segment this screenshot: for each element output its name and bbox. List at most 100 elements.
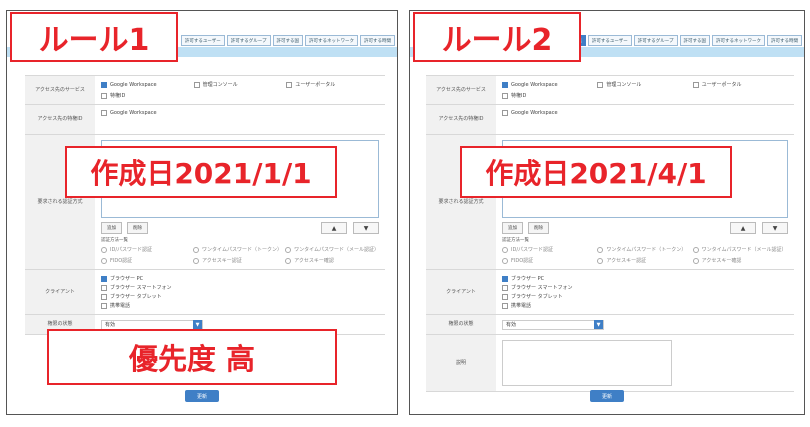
radio[interactable] bbox=[692, 246, 699, 253]
privilege-google-workspace[interactable]: Google Workspace bbox=[101, 110, 379, 116]
client-browser-pc[interactable]: ブラウザー PC bbox=[101, 275, 379, 282]
delete-button[interactable]: 削除 bbox=[528, 222, 549, 234]
chevron-down-icon: ▼ bbox=[193, 320, 202, 329]
checkbox[interactable] bbox=[502, 110, 508, 116]
update-button[interactable]: 更新 bbox=[590, 390, 624, 402]
checkbox[interactable] bbox=[101, 110, 107, 116]
service-label: アクセス先のサービス bbox=[426, 76, 496, 104]
client-browser-pc[interactable]: ブラウザー PC bbox=[502, 275, 788, 282]
checkbox[interactable] bbox=[101, 302, 107, 309]
auth-id-password[interactable]: ID/パスワード認証 bbox=[101, 246, 193, 253]
notes-row: 説明 bbox=[426, 335, 794, 392]
chevron-down-icon: ▼ bbox=[594, 320, 603, 329]
checkbox[interactable] bbox=[286, 81, 293, 88]
service-user-portal[interactable]: ユーザーポータル bbox=[692, 81, 788, 88]
service-privileged-id[interactable]: 特権ID bbox=[502, 92, 597, 99]
auth-access-key[interactable]: アクセスキー認証 bbox=[193, 257, 285, 264]
client-browser-smartphone[interactable]: ブラウザー スマートフォン bbox=[502, 284, 788, 291]
move-down-button[interactable]: ▼ bbox=[353, 222, 379, 234]
auth-fido[interactable]: FIDO認証 bbox=[101, 257, 193, 264]
checkbox[interactable] bbox=[597, 81, 604, 88]
radio[interactable] bbox=[285, 257, 292, 264]
checkbox[interactable] bbox=[502, 284, 508, 291]
checkbox-checked[interactable] bbox=[101, 275, 107, 282]
auth-otp-mail[interactable]: ワンタイムパスワード（メール認証） bbox=[285, 246, 379, 253]
delete-button[interactable]: 削除 bbox=[127, 222, 148, 234]
checkbox[interactable] bbox=[692, 81, 699, 88]
radio[interactable] bbox=[101, 246, 107, 253]
radio[interactable] bbox=[502, 257, 508, 264]
client-row: クライアント ブラウザー PC ブラウザー スマートフォン ブラウザー タブレッ… bbox=[426, 270, 794, 315]
tab-networks[interactable]: 許可するネットワーク bbox=[305, 35, 358, 46]
checkbox[interactable] bbox=[502, 302, 508, 309]
update-button[interactable]: 更新 bbox=[185, 390, 219, 402]
client-mobile-phone[interactable]: 携帯電話 bbox=[502, 302, 788, 309]
rule-form: アクセス先のサービス Google Workspace 管理コンソール ユーザー… bbox=[426, 75, 794, 392]
radio[interactable] bbox=[101, 257, 107, 264]
checkbox[interactable] bbox=[101, 293, 107, 300]
service-admin-console[interactable]: 管理コンソール bbox=[193, 81, 287, 88]
tab-countries[interactable]: 許可する国 bbox=[272, 35, 303, 46]
checkbox[interactable] bbox=[502, 293, 508, 300]
auth-otp-token[interactable]: ワンタイムパスワード（トークン） bbox=[193, 246, 285, 253]
created-date-callout: 作成日2021/4/1 bbox=[460, 146, 732, 198]
add-button[interactable]: 追加 bbox=[502, 222, 523, 234]
checkbox[interactable] bbox=[101, 284, 107, 291]
tab-users[interactable]: 許可するユーザー bbox=[180, 35, 225, 46]
rule2-callout: ルール2 bbox=[413, 12, 581, 62]
service-google-workspace[interactable]: Google Workspace bbox=[101, 81, 194, 88]
rule1-callout: ルール1 bbox=[10, 12, 178, 62]
checkbox-checked[interactable] bbox=[101, 81, 107, 88]
radio[interactable] bbox=[502, 246, 508, 253]
status-label: 権限の状態 bbox=[426, 315, 496, 334]
service-row: アクセス先のサービス Google Workspace 管理コンソール ユーザー… bbox=[25, 76, 385, 105]
client-browser-tablet[interactable]: ブラウザー タブレット bbox=[502, 293, 788, 300]
checkbox-checked[interactable] bbox=[502, 81, 508, 88]
auth-id-password[interactable]: ID/パスワード認証 bbox=[502, 246, 597, 253]
client-mobile-phone[interactable]: 携帯電話 bbox=[101, 302, 379, 309]
checkbox[interactable] bbox=[101, 92, 107, 99]
checkbox-checked[interactable] bbox=[502, 275, 508, 282]
rule2-panel: 編集 許可するユーザー 許可するグループ 許可する国 許可するネットワーク 許可… bbox=[409, 10, 805, 415]
auth-fido[interactable]: FIDO認証 bbox=[502, 257, 597, 264]
created-date-callout: 作成日2021/1/1 bbox=[65, 146, 337, 198]
tab-users[interactable]: 許可するユーザー bbox=[587, 35, 632, 46]
auth-otp-mail[interactable]: ワンタイムパスワード（メール認証） bbox=[692, 246, 788, 253]
client-browser-tablet[interactable]: ブラウザー タブレット bbox=[101, 293, 379, 300]
client-row: クライアント ブラウザー PC ブラウザー スマートフォン ブラウザー タブレッ… bbox=[25, 270, 385, 315]
tab-time[interactable]: 許可する時間 bbox=[767, 35, 802, 46]
service-user-portal[interactable]: ユーザーポータル bbox=[286, 81, 379, 88]
radio[interactable] bbox=[285, 246, 292, 253]
service-privileged-id[interactable]: 特権ID bbox=[101, 92, 194, 99]
auth-otp-token[interactable]: ワンタイムパスワード（トークン） bbox=[597, 246, 692, 253]
notes-textarea[interactable] bbox=[502, 340, 672, 386]
auth-access-key-confirm[interactable]: アクセスキー確認 bbox=[285, 257, 379, 264]
auth-access-key-confirm[interactable]: アクセスキー確認 bbox=[692, 257, 788, 264]
add-button[interactable]: 追加 bbox=[101, 222, 122, 234]
radio[interactable] bbox=[597, 257, 604, 264]
tab-time[interactable]: 許可する時間 bbox=[360, 35, 395, 46]
tab-groups[interactable]: 許可するグループ bbox=[633, 35, 678, 46]
client-browser-smartphone[interactable]: ブラウザー スマートフォン bbox=[101, 284, 379, 291]
tab-groups[interactable]: 許可するグループ bbox=[226, 35, 271, 46]
service-admin-console[interactable]: 管理コンソール bbox=[597, 81, 692, 88]
radio[interactable] bbox=[597, 246, 604, 253]
auth-access-key[interactable]: アクセスキー認証 bbox=[597, 257, 692, 264]
tab-networks[interactable]: 許可するネットワーク bbox=[712, 35, 765, 46]
tab-countries[interactable]: 許可する国 bbox=[679, 35, 710, 46]
move-down-button[interactable]: ▼ bbox=[762, 222, 788, 234]
radio[interactable] bbox=[193, 257, 200, 264]
radio[interactable] bbox=[692, 257, 699, 264]
privilege-label: アクセス先の特権ID bbox=[426, 105, 496, 134]
status-select[interactable]: 有効 ▼ bbox=[502, 319, 604, 330]
checkbox[interactable] bbox=[193, 81, 200, 88]
checkbox[interactable] bbox=[502, 92, 508, 99]
privilege-google-workspace[interactable]: Google Workspace bbox=[502, 110, 788, 116]
move-up-button[interactable]: ▲ bbox=[730, 222, 756, 234]
move-up-button[interactable]: ▲ bbox=[321, 222, 347, 234]
service-google-workspace[interactable]: Google Workspace bbox=[502, 81, 597, 88]
privilege-row: アクセス先の特権ID Google Workspace bbox=[25, 105, 385, 135]
status-select[interactable]: 有効 ▼ bbox=[101, 319, 203, 330]
status-row: 権限の状態 有効 ▼ bbox=[426, 315, 794, 335]
radio[interactable] bbox=[193, 246, 200, 253]
